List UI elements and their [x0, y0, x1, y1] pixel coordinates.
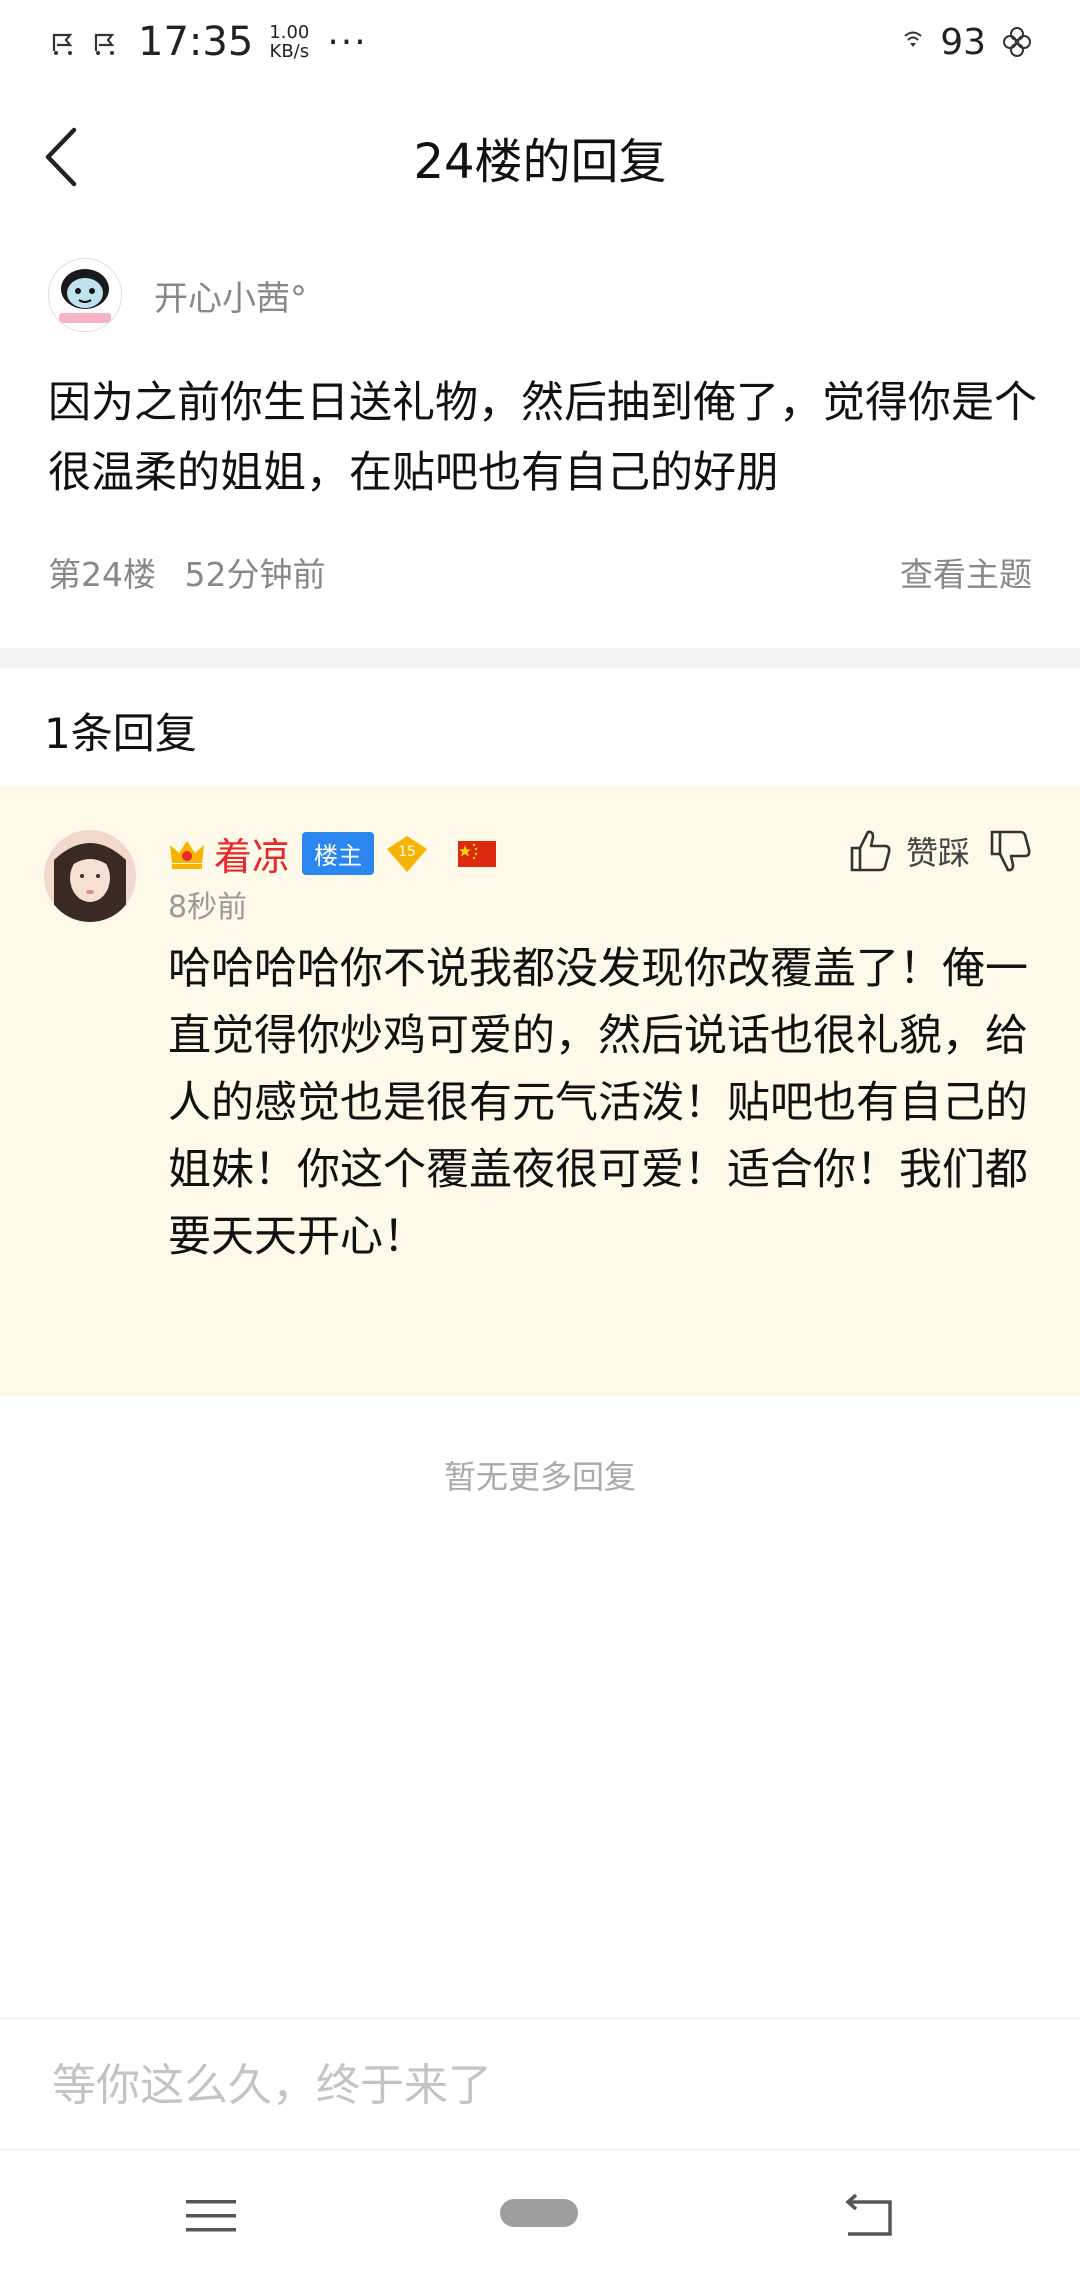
main-post: 开心小茜° 因为之前你生日送礼物，然后抽到俺了，觉得你是个很温柔的姐姐，在贴吧也…: [0, 240, 1080, 645]
list-item: 着凉 楼主 15 8秒前 赞踩 哈哈哈哈你不说我都没发现你改覆盖了！俺一直觉得你…: [0, 786, 1080, 1396]
thumbs-down-icon[interactable]: [988, 828, 1032, 874]
reply-count: 1条回复: [44, 709, 197, 758]
menu-icon[interactable]: [184, 2194, 238, 2238]
user-photo-icon: [44, 830, 136, 922]
like-dislike-label: 赞踩: [905, 834, 970, 872]
status-left: 17:35 1.00 KB/s ···: [48, 19, 368, 65]
reply-input[interactable]: [50, 2039, 1034, 2131]
author-name[interactable]: 开心小茜°: [154, 271, 307, 320]
main-post-meta: 第24楼 52分钟前 查看主题: [48, 548, 1032, 596]
avatar[interactable]: [44, 830, 136, 922]
main-post-author[interactable]: 开心小茜°: [48, 258, 307, 332]
avatar[interactable]: [48, 258, 122, 332]
view-topic-link[interactable]: 查看主题: [900, 548, 1032, 596]
reply-content: 哈哈哈哈你不说我都没发现你改覆盖了！俺一直觉得你炒鸡可爱的，然后说话也很礼貌，给…: [168, 944, 1028, 1262]
network-speed-value: 1.00: [269, 22, 310, 43]
more-indicator: ···: [327, 21, 368, 63]
battery-level: 93: [940, 21, 986, 63]
system-nav-bar: [0, 2150, 1080, 2280]
network-speed: 1.00 KB/s: [269, 23, 309, 61]
post-time: 52分钟前: [184, 555, 326, 594]
notification-icon: [52, 33, 73, 55]
china-flag-icon: [458, 840, 497, 867]
reply-time: 8秒前: [168, 890, 248, 925]
no-more-replies: 暂无更多回复: [443, 1458, 636, 1496]
level-number: 15: [398, 844, 416, 860]
notification-icon: [94, 33, 115, 55]
meme-avatar-icon: [49, 259, 121, 331]
status-bar: 17:35 1.00 KB/s ··· 93: [0, 0, 1080, 84]
back-arrow-icon[interactable]: [842, 2194, 896, 2238]
reply-author-name[interactable]: 着凉: [214, 826, 290, 881]
reply-actions: 赞踩: [848, 828, 1032, 874]
network-speed-unit: KB/s: [269, 41, 310, 62]
crown-icon: [170, 840, 204, 869]
thumbs-up-icon[interactable]: [848, 828, 892, 874]
flower-icon: [1003, 27, 1031, 57]
post-info: 第24楼 52分钟前: [48, 548, 326, 596]
main-post-content: 因为之前你生日送礼物，然后抽到俺了，觉得你是个很温柔的姐姐，在贴吧也有自己的好朋: [48, 378, 1037, 498]
reply-header: 着凉 楼主 15: [168, 826, 497, 881]
reply-input-bar: [0, 2018, 1080, 2150]
level-badge-icon: 15: [387, 835, 428, 872]
floor-number: 第24楼: [48, 555, 156, 594]
status-right: 93: [902, 22, 1032, 63]
host-badge: 楼主: [302, 832, 375, 875]
section-divider: [0, 648, 1080, 668]
wifi-icon: [904, 31, 922, 47]
home-pill-button[interactable]: [500, 2199, 578, 2227]
clock: 17:35: [138, 19, 254, 65]
page-title: 24楼的回复: [413, 134, 667, 190]
top-nav: 24楼的回复: [0, 84, 1080, 220]
